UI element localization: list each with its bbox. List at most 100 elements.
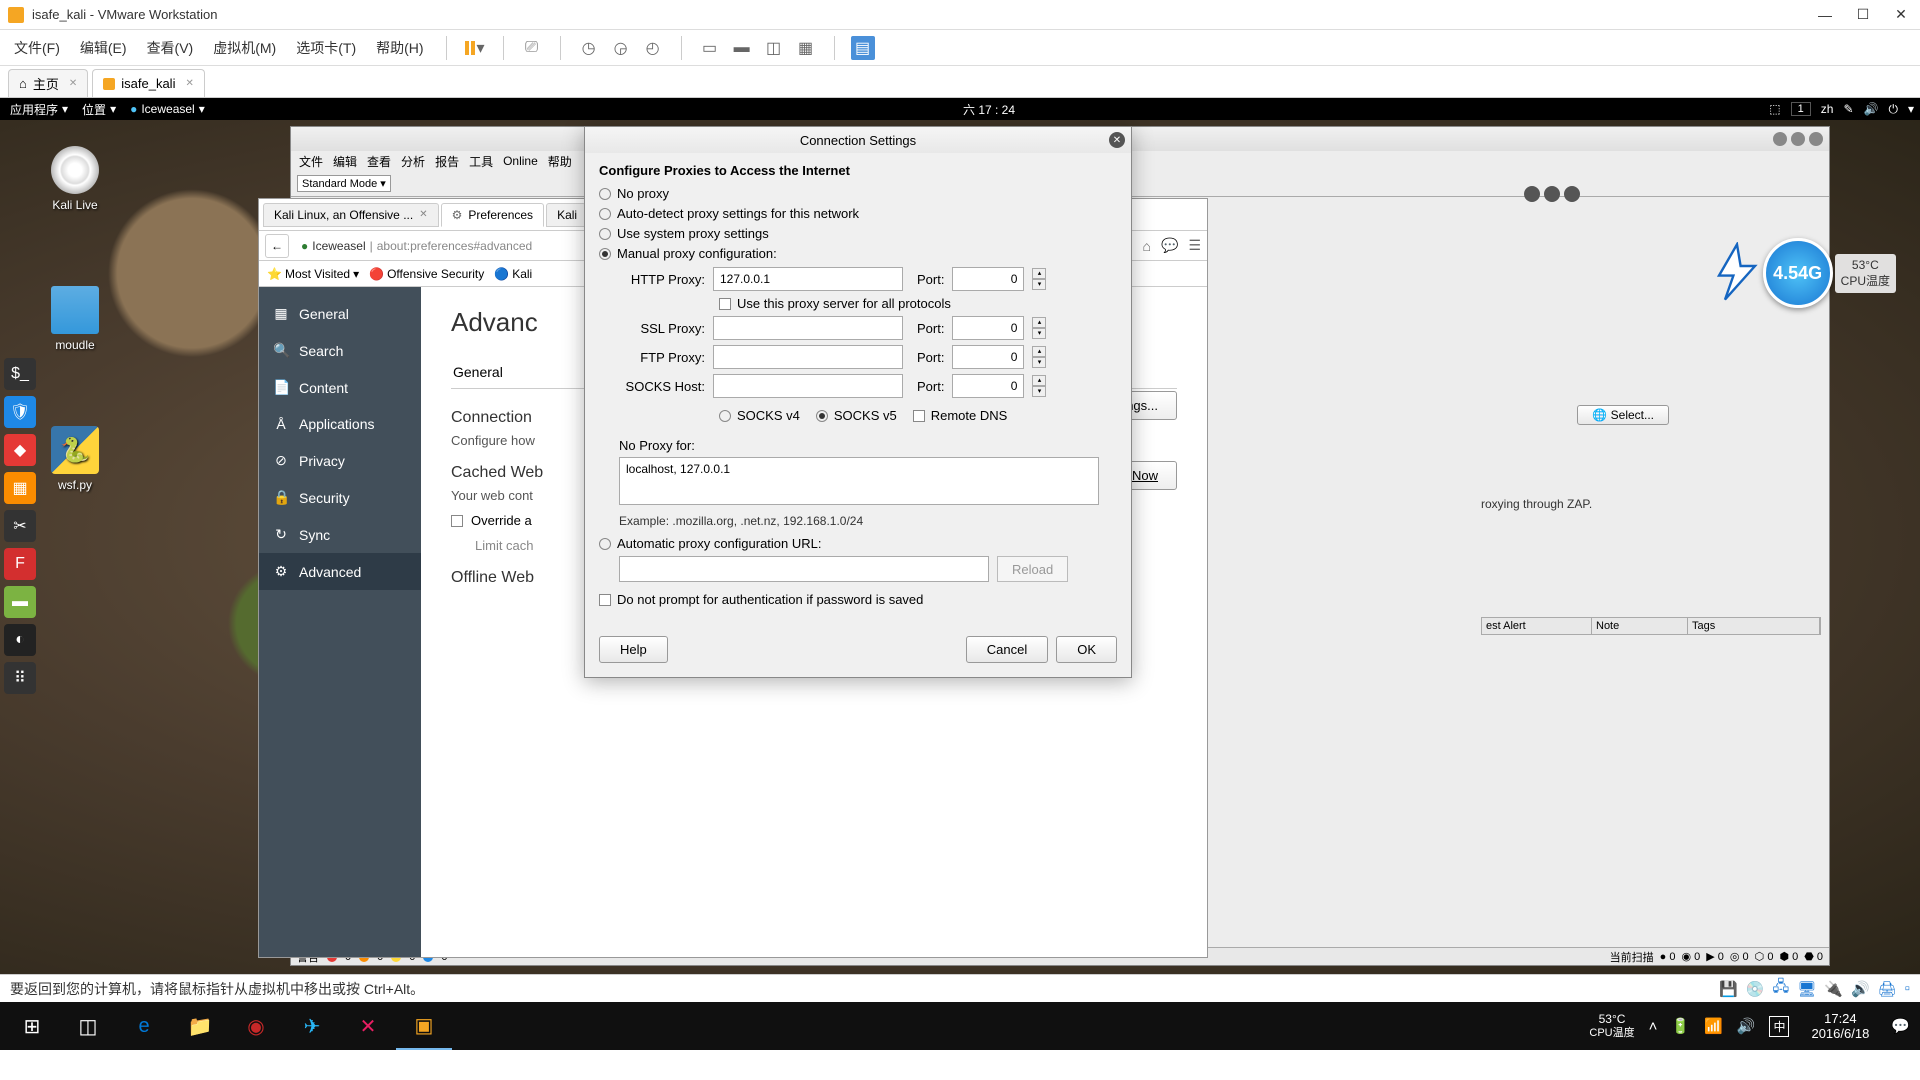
cpu-load-circle[interactable]: 4.54G (1763, 238, 1833, 308)
dock-app-icon[interactable]: ◐ (4, 624, 36, 656)
task-view-button[interactable]: ◫ (60, 1002, 116, 1050)
device-cd-icon[interactable]: 💿 (1746, 980, 1765, 998)
dock-grid-icon[interactable]: ⠿ (4, 662, 36, 694)
dock-app-icon[interactable]: ✂ (4, 510, 36, 542)
sidebar-item-content[interactable]: 📄Content (259, 369, 421, 406)
tray-ime[interactable]: 中 (1769, 1016, 1789, 1037)
ftp-port-input[interactable] (952, 345, 1024, 369)
zap-menu-analyse[interactable]: 分析 (401, 153, 425, 170)
device-more-icon[interactable]: ▫ (1905, 980, 1910, 997)
tray-volume-icon[interactable]: 🔊 (1737, 1017, 1756, 1035)
device-disk-icon[interactable]: 💾 (1719, 980, 1738, 998)
override-checkbox[interactable] (451, 515, 463, 527)
zap-mode-select[interactable]: Standard Mode ▾ (297, 175, 391, 192)
zap-minimize-icon[interactable] (1773, 132, 1787, 146)
zap-maximize-icon[interactable] (1791, 132, 1805, 146)
ok-button[interactable]: OK (1056, 636, 1117, 663)
socks-port-input[interactable] (952, 374, 1024, 398)
bookmark-most-visited[interactable]: ⭐Most Visited▾ (267, 267, 359, 281)
zap-th-tags[interactable]: Tags (1688, 618, 1820, 634)
tab-kali-linux[interactable]: Kali Linux, an Offensive ...✕ (263, 203, 439, 227)
dropdown-icon[interactable]: ▾ (1908, 102, 1914, 116)
power-icon[interactable]: ⏻ (1888, 102, 1898, 117)
radio-socks5[interactable] (816, 410, 828, 422)
unity-icon[interactable]: ▬ (730, 36, 754, 60)
taskbar-netease[interactable]: ◉ (228, 1002, 284, 1050)
inner-minimize-icon[interactable] (1524, 186, 1540, 202)
tab-close-icon[interactable]: ✕ (69, 78, 77, 89)
zap-menu-file[interactable]: 文件 (299, 153, 323, 170)
menu-help[interactable]: 帮助(H) (370, 34, 429, 62)
help-button[interactable]: Help (599, 636, 668, 663)
panel-active-app[interactable]: ● Iceweasel ▾ (126, 102, 209, 116)
fullscreen-icon[interactable]: ▭ (698, 36, 722, 60)
zap-menu-edit[interactable]: 编辑 (333, 153, 357, 170)
sidebar-item-privacy[interactable]: ⊘Privacy (259, 442, 421, 479)
zap-menu-report[interactable]: 报告 (435, 153, 459, 170)
network-icon[interactable]: ⬚ (1769, 102, 1780, 116)
sidebar-item-search[interactable]: 🔍Search (259, 332, 421, 369)
radio-no-proxy[interactable] (599, 188, 611, 200)
sidebar-item-applications[interactable]: ÅApplications (259, 406, 421, 442)
desktop-icon-wsf[interactable]: 🐍 wsf.py (40, 426, 110, 492)
taskbar-vmware[interactable]: ▣ (396, 1002, 452, 1050)
tab-vm[interactable]: isafe_kali ✕ (92, 69, 205, 97)
device-sound-icon[interactable]: 🔊 (1851, 980, 1870, 998)
snapshot-icon[interactable]: ◷ (577, 36, 601, 60)
bookmark-offensive[interactable]: 🔴Offensive Security (369, 267, 484, 281)
port-spinner[interactable]: ▴▾ (1032, 375, 1046, 397)
panel-applications[interactable]: 应用程序 ▾ (6, 101, 72, 118)
snapshot-manager-icon[interactable]: ◴ (641, 36, 665, 60)
menu-vm[interactable]: 虚拟机(M) (207, 34, 282, 62)
zap-th-note[interactable]: Note (1592, 618, 1688, 634)
dialog-titlebar[interactable]: Connection Settings ✕ (585, 127, 1131, 153)
ssl-proxy-input[interactable] (713, 316, 903, 340)
workspace-indicator[interactable]: 1 (1791, 102, 1811, 116)
radio-socks4[interactable] (719, 410, 731, 422)
dock-app-icon[interactable]: ▬ (4, 586, 36, 618)
taskbar-edge[interactable]: e (116, 1002, 172, 1050)
sidebar-item-security[interactable]: 🔒Security (259, 479, 421, 516)
radio-auto-config[interactable] (599, 538, 611, 550)
panel-clock[interactable]: 六 17 : 24 (209, 101, 1770, 118)
tab-kali2[interactable]: Kali (546, 203, 586, 227)
device-usb-icon[interactable]: 🔌 (1824, 980, 1843, 998)
sidebar-item-advanced[interactable]: ⚙Advanced (259, 553, 421, 590)
zap-menu-help[interactable]: 帮助 (548, 153, 572, 170)
library-icon[interactable]: ▤ (851, 36, 875, 60)
dialog-close-button[interactable]: ✕ (1109, 132, 1125, 148)
panel-places[interactable]: 位置 ▾ (78, 101, 120, 118)
console-icon[interactable]: ▦ (794, 36, 818, 60)
cancel-button[interactable]: Cancel (966, 636, 1048, 663)
socks-host-input[interactable] (713, 374, 903, 398)
home-icon[interactable]: ⌂ (1143, 238, 1151, 254)
sidebar-item-sync[interactable]: ↻Sync (259, 516, 421, 553)
sidebar-item-general[interactable]: ▦General (259, 295, 421, 332)
back-button[interactable]: ← (265, 234, 289, 258)
tray-notifications-icon[interactable]: 💬 (1891, 1017, 1910, 1035)
tab-close-icon[interactable]: ✕ (185, 78, 193, 89)
radio-system-proxy[interactable] (599, 228, 611, 240)
desktop-icon-moudle[interactable]: moudle (40, 286, 110, 352)
zap-menu-tools[interactable]: 工具 (469, 153, 493, 170)
pause-vm-button[interactable]: ▾ (463, 36, 487, 60)
tab-preferences[interactable]: ⚙Preferences (441, 203, 544, 227)
maximize-button[interactable]: ☐ (1856, 8, 1870, 22)
no-proxy-for-textarea[interactable] (619, 457, 1099, 505)
start-button[interactable]: ⊞ (4, 1002, 60, 1050)
zap-th-alert[interactable]: est Alert (1482, 618, 1592, 634)
menu-hamburger-icon[interactable]: ☰ (1188, 237, 1201, 254)
port-spinner[interactable]: ▴▾ (1032, 268, 1046, 290)
bookmark-kali[interactable]: 🔵Kali (494, 267, 532, 281)
minimize-button[interactable]: — (1818, 8, 1832, 22)
panel-lang[interactable]: zh (1821, 102, 1834, 116)
dock-shield-icon[interactable]: 🛡 (4, 396, 36, 428)
zap-menu-view[interactable]: 查看 (367, 153, 391, 170)
menu-view[interactable]: 查看(V) (141, 34, 200, 62)
menu-tabs[interactable]: 选项卡(T) (290, 34, 362, 62)
reload-button[interactable]: Reload (997, 556, 1068, 582)
tab-close-icon[interactable]: ✕ (419, 209, 427, 220)
chat-icon[interactable]: 💬 (1161, 237, 1178, 254)
no-prompt-auth-checkbox[interactable] (599, 594, 611, 606)
taskbar-bird[interactable]: ✈ (284, 1002, 340, 1050)
